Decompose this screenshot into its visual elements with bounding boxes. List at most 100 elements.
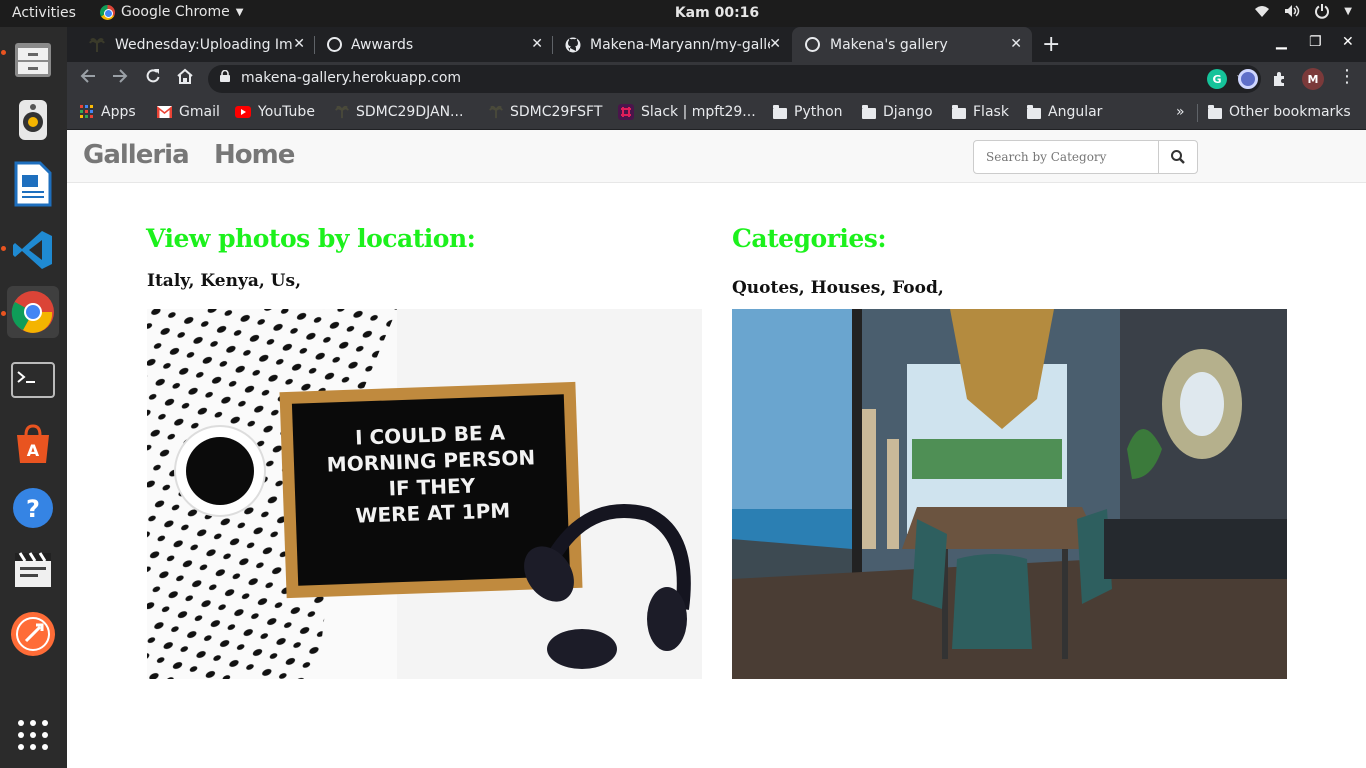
profile-avatar[interactable]: M — [1302, 68, 1324, 90]
dining-room-photo[interactable] — [732, 309, 1287, 679]
bookmark-sdmc29fsft[interactable]: SDMC29FSFT — [489, 104, 602, 120]
dock-writer[interactable] — [7, 158, 59, 210]
tab-makenas-gallery[interactable]: Makena's gallery ✕ — [792, 27, 1032, 62]
clock[interactable]: Kam 00:16 — [0, 5, 1366, 21]
site-navbar: Galleria Home — [67, 130, 1366, 183]
palm-tree-icon — [89, 37, 105, 52]
gmail-icon — [157, 106, 172, 118]
bookmark-label: Angular — [1048, 104, 1103, 120]
search-button[interactable] — [1158, 140, 1198, 174]
puzzle-icon[interactable] — [1270, 69, 1290, 89]
bookmark-other-bookmarks[interactable]: Other bookmarks — [1208, 104, 1351, 120]
bookmark-label: Other bookmarks — [1229, 104, 1351, 120]
close-icon[interactable]: ✕ — [769, 36, 781, 52]
folder-icon — [862, 104, 876, 119]
close-icon[interactable]: ✕ — [1010, 36, 1022, 52]
tab-title: Makena's gallery — [830, 36, 948, 53]
bookmark-label: Python — [794, 104, 843, 120]
lock-icon — [220, 69, 230, 85]
site-brand-link[interactable]: Galleria — [83, 140, 190, 170]
kebab-menu-icon[interactable]: ⋮ — [1338, 66, 1356, 87]
new-tab-button[interactable]: + — [1042, 27, 1066, 62]
dock-help[interactable]: ? — [7, 482, 59, 534]
dock-chrome[interactable] — [7, 286, 59, 338]
bookmark-folder-python[interactable]: Python — [773, 104, 843, 120]
document-icon — [14, 161, 52, 207]
system-top-bar: Activities Google Chrome ▼ Kam 00:16 ▼ — [0, 0, 1366, 27]
clapperboard-icon — [15, 552, 51, 587]
dock-software[interactable]: A — [7, 418, 59, 470]
browser-toolbar: makena-gallery.herokuapp.com ☆ G M ⋮ — [67, 62, 1366, 96]
bookmark-label: Flask — [973, 104, 1009, 120]
home-button[interactable] — [176, 68, 194, 89]
back-button[interactable] — [80, 68, 96, 89]
bookmarks-overflow-button[interactable]: » — [1176, 104, 1185, 120]
bookmark-folder-django[interactable]: Django — [862, 104, 933, 120]
bookmark-sdmc29djan[interactable]: SDMC29DJAN... — [335, 104, 463, 120]
dock: A ? — [0, 27, 67, 768]
youtube-icon — [235, 106, 251, 118]
svg-text:IF THEY: IF THEY — [388, 473, 476, 500]
system-tray[interactable]: ▼ — [1254, 3, 1352, 19]
bookmark-folder-flask[interactable]: Flask — [952, 104, 1009, 120]
power-icon — [1315, 4, 1330, 19]
bookmark-gmail[interactable]: Gmail — [157, 104, 220, 120]
app-grid-icon — [18, 720, 48, 750]
tab-awwards[interactable]: Awwards ✕ — [315, 27, 553, 62]
close-window-button[interactable]: ✕ — [1342, 34, 1354, 50]
bookmark-label: SDMC29FSFT — [510, 104, 603, 120]
category-search-input[interactable] — [973, 140, 1159, 174]
show-applications-button[interactable] — [7, 709, 59, 761]
tab-wednesday[interactable]: Wednesday:Uploading Im ✕ — [75, 27, 315, 62]
running-indicator — [1, 50, 6, 55]
bookmark-slack[interactable]: Slack | mpft29... — [618, 104, 756, 120]
dining-room-image — [732, 309, 1287, 679]
github-icon — [565, 37, 581, 52]
bookmark-label: Django — [883, 104, 933, 120]
volume-icon — [1285, 5, 1300, 17]
folder-icon — [1027, 104, 1041, 119]
svg-text:A: A — [27, 441, 40, 460]
dock-vscode[interactable] — [7, 224, 59, 276]
nav-home-link[interactable]: Home — [214, 140, 295, 170]
locations-list[interactable]: Italy, Kenya, Us, — [147, 271, 301, 291]
chevron-down-icon: ▼ — [1344, 5, 1352, 17]
dock-video-editor[interactable] — [7, 544, 59, 596]
arrow-right-icon — [113, 69, 128, 83]
tab-github[interactable]: Makena-Maryann/my-galle ✕ — [553, 27, 791, 62]
globe-icon — [327, 37, 342, 52]
address-bar[interactable]: makena-gallery.herokuapp.com ☆ — [208, 65, 1261, 93]
slack-icon — [618, 104, 634, 120]
categories-list[interactable]: Quotes, Houses, Food, — [732, 278, 944, 298]
tab-title: Wednesday:Uploading Im — [115, 36, 293, 53]
bookmark-label: YouTube — [258, 104, 315, 120]
forward-button[interactable] — [112, 68, 128, 89]
letter-board-image: I COULD BE A MORNING PERSON IF THEY WERE… — [147, 309, 702, 679]
minimize-button[interactable]: ▁ — [1276, 34, 1287, 50]
close-icon[interactable]: ✕ — [293, 36, 305, 52]
extension-icon[interactable] — [1238, 69, 1258, 89]
tab-strip: Wednesday:Uploading Im ✕ Awwards ✕ Maken… — [67, 27, 1366, 62]
running-indicator — [1, 246, 6, 251]
tab-title: Awwards — [351, 36, 414, 53]
dock-rhythmbox[interactable] — [7, 94, 59, 146]
grammarly-extension-icon[interactable]: G — [1207, 69, 1227, 89]
locations-heading: View photos by location: — [146, 224, 476, 253]
bookmark-label: Apps — [101, 104, 136, 120]
folder-icon — [952, 104, 966, 119]
wifi-icon — [1255, 6, 1270, 17]
bookmark-youtube[interactable]: YouTube — [235, 104, 315, 120]
bookmark-folder-angular[interactable]: Angular — [1027, 104, 1102, 120]
dock-files[interactable] — [7, 34, 59, 86]
bookmark-apps[interactable]: Apps — [80, 104, 136, 120]
palm-tree-icon — [335, 105, 349, 119]
maximize-button[interactable]: ❐ — [1309, 34, 1322, 50]
dock-terminal[interactable] — [7, 354, 59, 406]
reload-button[interactable] — [145, 68, 161, 89]
dock-postman[interactable] — [7, 608, 59, 660]
quote-photo[interactable]: I COULD BE A MORNING PERSON IF THEY WERE… — [147, 309, 702, 679]
categories-heading: Categories: — [732, 224, 887, 253]
folder-icon — [773, 104, 787, 119]
close-icon[interactable]: ✕ — [531, 36, 543, 52]
vscode-icon — [13, 231, 52, 269]
